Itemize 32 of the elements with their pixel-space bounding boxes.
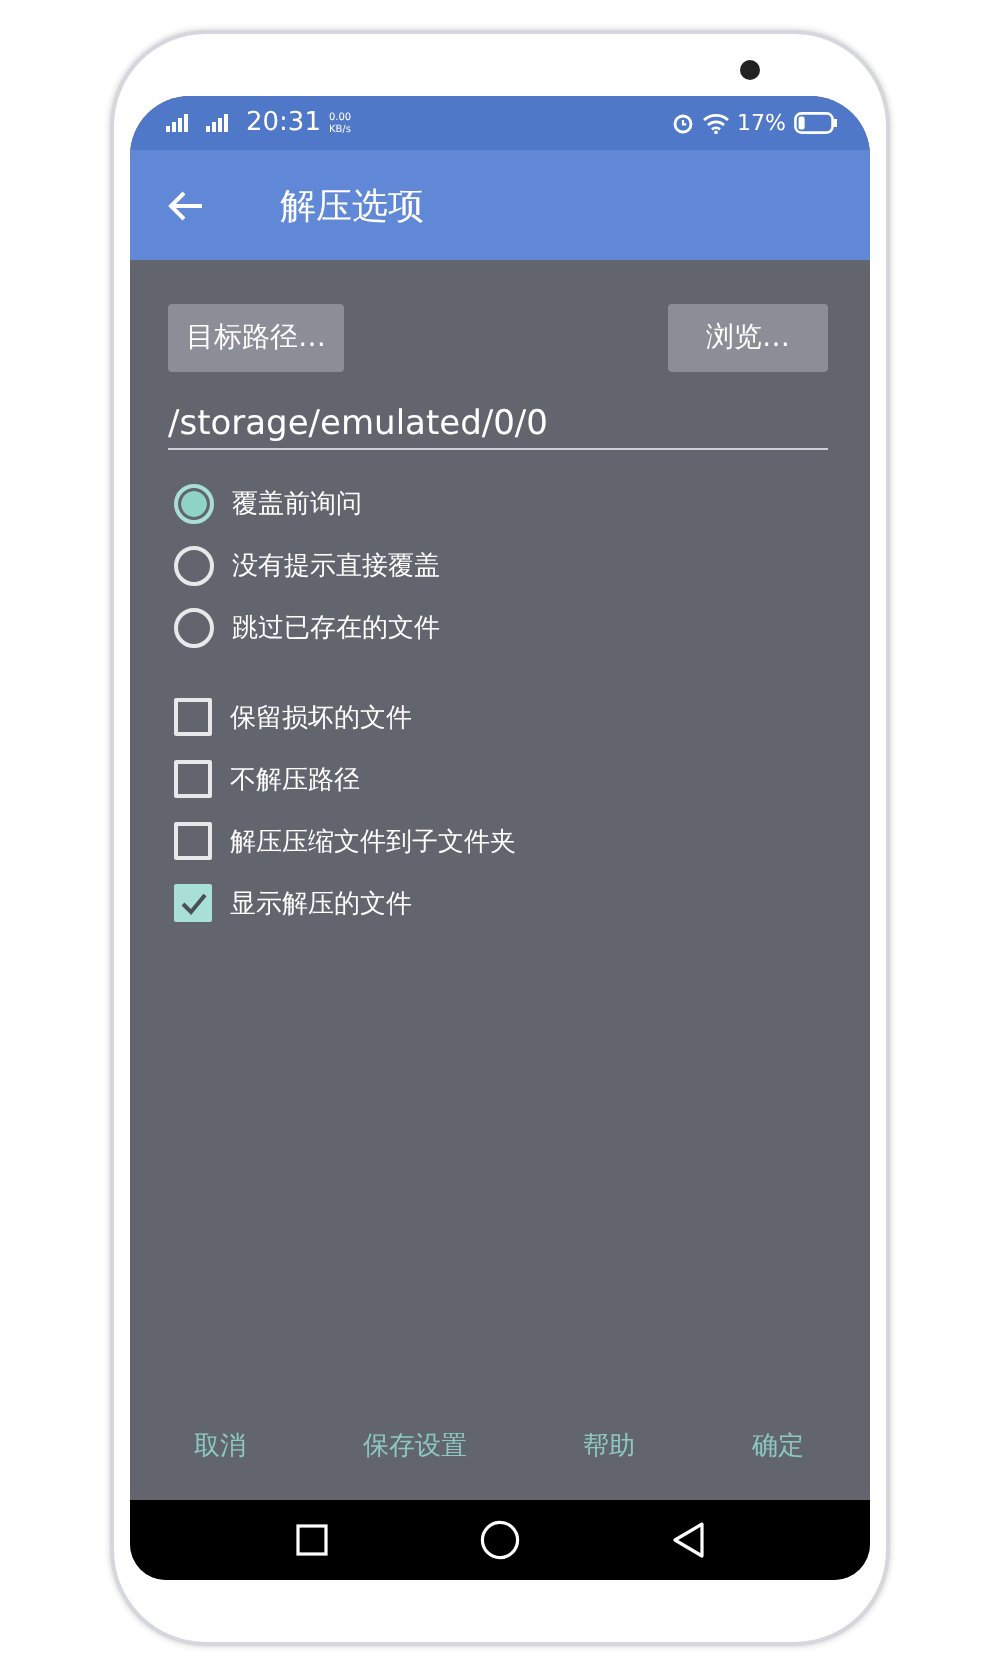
option-label: 保留损坏的文件 <box>230 701 412 735</box>
action-button[interactable]: 帮助 <box>583 1428 636 1464</box>
battery-percent: 17% <box>737 110 786 136</box>
option-label: 显示解压的文件 <box>230 887 412 921</box>
option-label: 没有提示直接覆盖 <box>232 549 440 583</box>
checkbox[interactable] <box>174 822 212 860</box>
alarm-icon <box>671 112 694 134</box>
radio-button[interactable] <box>174 607 214 647</box>
option-label: 跳过已存在的文件 <box>232 611 440 645</box>
home-icon[interactable] <box>480 1520 520 1560</box>
camera-icon <box>740 60 760 80</box>
path-button[interactable]: 目标路径… <box>168 304 344 372</box>
checkbox[interactable] <box>174 698 212 736</box>
clock-time: 20:31 <box>246 108 321 138</box>
checkbox[interactable] <box>174 884 212 922</box>
back-arrow-icon[interactable] <box>168 189 204 221</box>
wifi-icon <box>701 112 730 134</box>
action-button[interactable]: 确定 <box>751 1428 804 1464</box>
path-field[interactable]: /storage/emulated/0/0 <box>168 404 828 450</box>
screen-title: 解压选项 <box>280 183 424 229</box>
option-label: 不解压路径 <box>230 763 360 797</box>
battery-icon <box>794 112 838 134</box>
radio-button[interactable] <box>174 545 214 585</box>
action-button[interactable]: 保存设置 <box>362 1428 467 1464</box>
checkbox[interactable] <box>174 760 212 798</box>
radio-button[interactable] <box>174 483 214 523</box>
back-icon[interactable] <box>672 1522 704 1558</box>
option-label: 覆盖前询问 <box>232 487 362 521</box>
path-button[interactable]: 浏览… <box>668 304 828 372</box>
action-button[interactable]: 取消 <box>194 1428 246 1464</box>
option-label: 解压压缩文件到子文件夹 <box>230 825 516 859</box>
recents-icon[interactable] <box>296 1524 328 1556</box>
